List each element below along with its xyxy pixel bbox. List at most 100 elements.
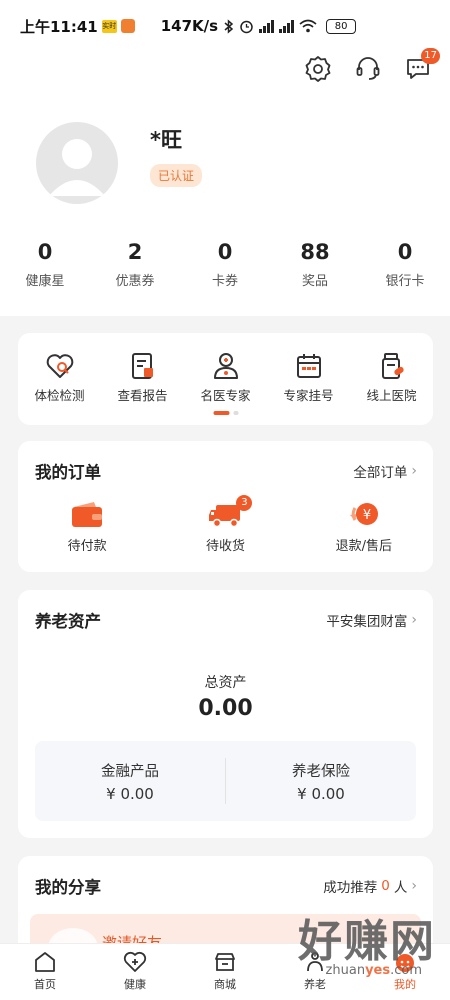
- tab-label: 商城: [214, 978, 236, 991]
- tab-health[interactable]: 健康: [90, 944, 180, 1000]
- quick-item-doctors[interactable]: 名医专家: [184, 351, 267, 404]
- quick-item-online-hospital[interactable]: 线上医院: [350, 351, 433, 404]
- stat-bank-cards[interactable]: 0 银行卡: [360, 240, 450, 289]
- quick-item-label: 体检检测: [34, 388, 85, 403]
- top-area: 上午11:41 实时 147K/s 80 17 *旺 已认证 0 健康星 2 优…: [0, 0, 450, 316]
- tab-shop[interactable]: 商城: [180, 944, 270, 1000]
- customer-service-button[interactable]: [354, 54, 382, 82]
- share-title: 我的分享: [35, 878, 101, 897]
- wifi-icon: [299, 19, 317, 33]
- asset-item-label: 金融产品: [101, 763, 159, 780]
- quick-item-report[interactable]: 查看报告: [101, 351, 184, 404]
- order-label: 待付款: [67, 539, 107, 554]
- username: *旺: [150, 128, 182, 152]
- signal-icon: [259, 19, 275, 33]
- order-pending-payment[interactable]: 待付款: [18, 499, 156, 554]
- shop-icon: [215, 953, 235, 971]
- doctor-icon: [213, 353, 238, 379]
- total-assets-value: 0.00: [198, 696, 253, 721]
- profile-info: *旺 已认证: [150, 124, 203, 204]
- alarm-icon: [240, 20, 253, 33]
- assets-title: 养老资产: [35, 612, 101, 631]
- signal-icon-2: [279, 19, 295, 33]
- stat-label: 银行卡: [385, 274, 425, 289]
- quick-item-label: 查看报告: [117, 388, 168, 403]
- user-icon: [396, 954, 414, 972]
- pension-assets-card: 养老资产 平安集团财富 › 总资产 0.00 金融产品 ¥ 0.00 养老保险 ¥…: [18, 590, 433, 838]
- message-count-badge: 17: [421, 48, 440, 64]
- tab-label: 我的: [394, 978, 416, 991]
- order-label: 待收货: [205, 539, 245, 554]
- heart-check-icon: [46, 354, 73, 378]
- quick-item-label: 线上医院: [366, 388, 417, 403]
- stat-health-stars[interactable]: 0 健康星: [0, 240, 90, 289]
- tab-elderly[interactable]: 养老: [270, 944, 360, 1000]
- referrals-link[interactable]: 成功推荐 0 人 ›: [323, 876, 417, 896]
- calendar-icon: [296, 354, 321, 378]
- stats-row: 0 健康星 2 优惠券 0 卡券 88 奖品 0 银行卡: [0, 240, 450, 289]
- order-pending-delivery[interactable]: 3 待收货: [156, 495, 294, 554]
- svg-text:¥: ¥: [363, 508, 371, 523]
- stat-cards[interactable]: 0 卡券: [180, 240, 270, 289]
- stat-label: 卡券: [211, 274, 238, 289]
- gear-icon: [305, 56, 331, 82]
- asset-item-value: ¥ 0.00: [297, 784, 345, 803]
- status-badge: 实时: [101, 19, 117, 33]
- network-speed: 147K/s: [160, 17, 219, 35]
- status-app-icon: [120, 19, 135, 33]
- asset-item-value: ¥ 0.00: [106, 784, 154, 803]
- referral-count: 0: [381, 878, 390, 894]
- wallet-icon: [72, 502, 103, 527]
- pension-insurance[interactable]: 养老保险 ¥ 0.00: [226, 760, 416, 803]
- stat-value: 0: [397, 240, 413, 264]
- stat-coupons[interactable]: 2 优惠券: [90, 240, 180, 289]
- tab-mine[interactable]: 我的: [360, 944, 450, 1000]
- pingan-wealth-link[interactable]: 平安集团财富 ›: [326, 610, 417, 630]
- bottom-tab-bar: 首页 健康 商城 养老 我的: [0, 943, 450, 1000]
- stat-value: 0: [217, 240, 233, 264]
- chevron-right-icon: ›: [411, 463, 417, 479]
- home-icon: [35, 952, 55, 972]
- total-assets-label: 总资产: [204, 675, 247, 691]
- quick-item-checkup[interactable]: 体检检测: [18, 351, 101, 404]
- chevron-right-icon: ›: [411, 878, 417, 894]
- orders-title: 我的订单: [35, 463, 101, 482]
- verified-badge: 已认证: [150, 164, 203, 187]
- tab-label: 首页: [34, 978, 56, 991]
- carousel-dots: [213, 411, 238, 415]
- avatar[interactable]: [36, 122, 118, 204]
- messages-button[interactable]: 17: [404, 48, 440, 82]
- tab-label: 养老: [304, 978, 326, 991]
- tab-label: 健康: [124, 978, 146, 991]
- stat-label: 奖品: [301, 274, 328, 289]
- default-avatar-icon: [49, 139, 105, 196]
- referrals-prefix: 成功推荐: [323, 880, 378, 896]
- stat-value: 88: [300, 240, 330, 264]
- total-assets[interactable]: 总资产 0.00: [18, 672, 433, 721]
- my-share-card: 我的分享 成功推荐0人› 邀请好友: [18, 856, 433, 956]
- dot-active: [213, 411, 229, 415]
- financial-products[interactable]: 金融产品 ¥ 0.00: [35, 760, 225, 803]
- medicine-bottle-icon: [381, 353, 404, 379]
- quick-item-registration[interactable]: 专家挂号: [267, 351, 350, 404]
- quick-services-card: 体检检测 查看报告 名医专家 专家挂号 线上医院: [18, 333, 433, 425]
- quick-item-label: 专家挂号: [283, 388, 334, 403]
- profile-section[interactable]: *旺 已认证: [36, 122, 203, 204]
- elderly-icon: [307, 952, 323, 972]
- all-orders-link[interactable]: 全部订单 ›: [353, 461, 417, 481]
- delivery-count-badge: 3: [236, 495, 253, 511]
- health-heart-icon: [123, 951, 147, 972]
- dot-inactive: [233, 411, 238, 415]
- orders-card: 我的订单 全部订单 › 待付款 3 待收货 ¥ 退款/售后: [18, 441, 433, 572]
- settings-button[interactable]: [304, 54, 332, 82]
- tab-home[interactable]: 首页: [0, 944, 90, 1000]
- quick-item-label: 名医专家: [200, 388, 251, 403]
- pingan-wealth-label: 平安集团财富: [326, 614, 408, 630]
- refund-icon: ¥: [349, 503, 378, 525]
- stat-prizes[interactable]: 88 奖品: [270, 240, 360, 289]
- asset-item-label: 养老保险: [292, 763, 350, 780]
- status-bar: 上午11:41 实时 147K/s 80: [0, 0, 450, 52]
- asset-breakdown: 金融产品 ¥ 0.00 养老保险 ¥ 0.00: [35, 741, 416, 821]
- header-actions: 17: [304, 48, 440, 82]
- order-refund[interactable]: ¥ 退款/售后: [295, 499, 433, 554]
